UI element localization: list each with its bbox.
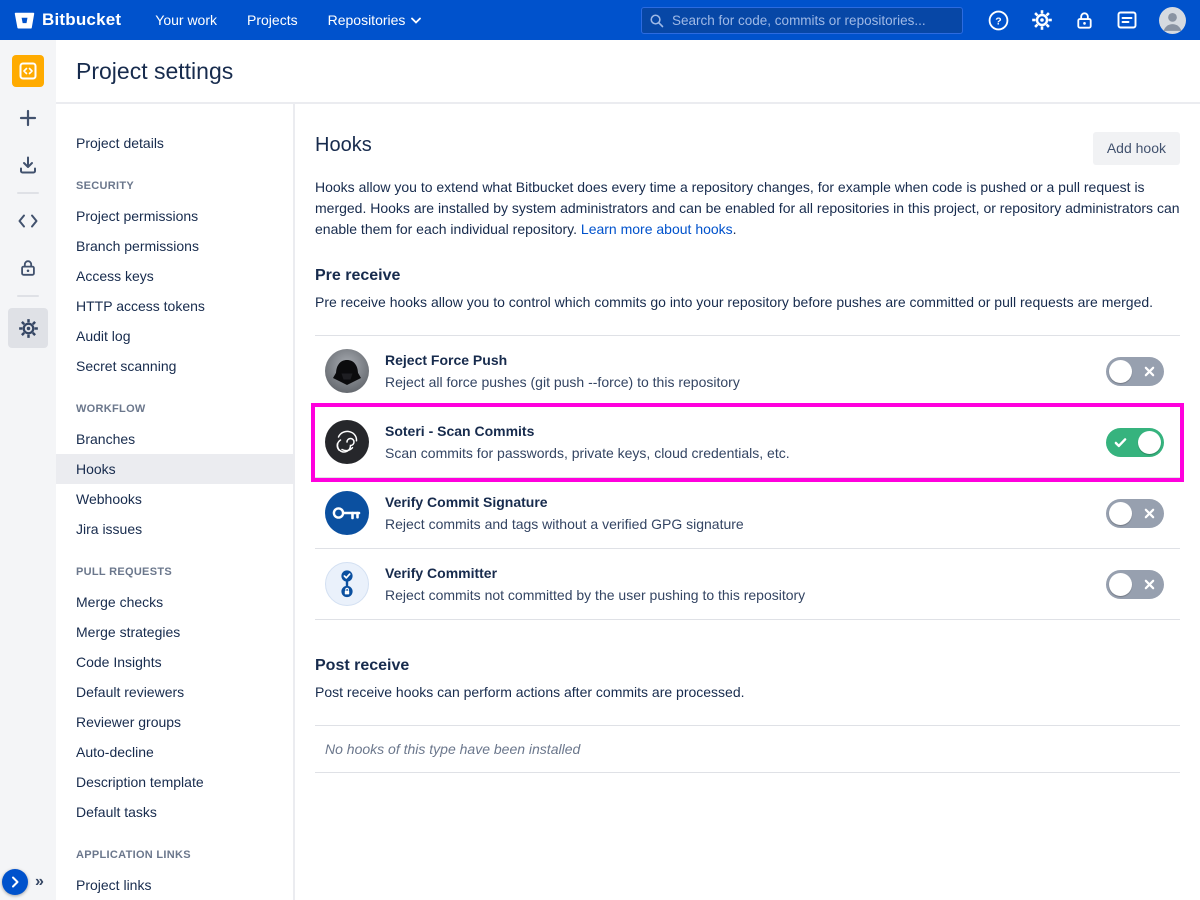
- search-input[interactable]: [641, 7, 963, 34]
- expand-chevrons-icon[interactable]: »: [35, 873, 44, 891]
- project-avatar[interactable]: [12, 55, 44, 87]
- hook-description: Reject commits and tags without a verifi…: [385, 515, 744, 533]
- nav-repositories[interactable]: Repositories: [328, 12, 422, 28]
- help-icon[interactable]: ?: [987, 9, 1010, 32]
- toggle-knob: [1109, 502, 1132, 525]
- sidebar-item-project-details[interactable]: Project details: [56, 128, 293, 158]
- global-search: [641, 7, 963, 34]
- sidebar-section-workflow: WORKFLOW: [56, 381, 293, 424]
- hooks-main-content: Hooks Add hook Hooks allow you to extend…: [295, 104, 1200, 900]
- expand-sidebar-button[interactable]: [2, 869, 28, 895]
- verify-committer-icon: [325, 562, 369, 606]
- bitbucket-bucket-icon: [14, 10, 35, 31]
- hook-description: Reject all force pushes (git push --forc…: [385, 373, 740, 391]
- add-hook-button[interactable]: Add hook: [1093, 132, 1180, 165]
- hook-toggle[interactable]: [1106, 570, 1164, 599]
- toggle-knob: [1109, 360, 1132, 383]
- sidebar-item-hooks[interactable]: Hooks: [56, 454, 293, 484]
- hooks-heading: Hooks: [315, 132, 372, 158]
- svg-text:?: ?: [995, 15, 1001, 27]
- hook-toggle[interactable]: [1106, 428, 1164, 457]
- admin-lock-icon[interactable]: [1074, 10, 1095, 31]
- hooks-intro: Hooks allow you to extend what Bitbucket…: [315, 177, 1180, 240]
- pre-receive-heading: Pre receive: [315, 266, 1180, 286]
- toggle-knob: [1109, 573, 1132, 596]
- app-rail: »: [0, 40, 56, 900]
- settings-sidebar: Project details SECURITY Project permiss…: [56, 104, 295, 900]
- bitbucket-logo[interactable]: Bitbucket: [14, 10, 121, 31]
- hook-row-soteri-scan-commits: Soteri - Scan Commits Scan commits for p…: [315, 407, 1180, 478]
- sidebar-item-auto-decline[interactable]: Auto-decline: [56, 737, 293, 767]
- sidebar-section-security: SECURITY: [56, 158, 293, 201]
- hook-name: Verify Committer: [385, 564, 805, 582]
- post-receive-empty-message: No hooks of this type have been installe…: [315, 725, 1180, 773]
- toggle-knob: [1138, 431, 1161, 454]
- page-title: Project settings: [76, 58, 233, 85]
- intro-period: .: [733, 221, 737, 237]
- hook-info: Reject Force Push Reject all force pushe…: [385, 351, 740, 391]
- hook-row-reject-force-push: Reject Force Push Reject all force pushe…: [315, 336, 1180, 407]
- nav-your-work[interactable]: Your work: [155, 12, 217, 28]
- hook-name: Verify Commit Signature: [385, 493, 744, 511]
- sidebar-item-description-template[interactable]: Description template: [56, 767, 293, 797]
- sidebar-item-merge-checks[interactable]: Merge checks: [56, 587, 293, 617]
- sidebar-item-merge-strategies[interactable]: Merge strategies: [56, 617, 293, 647]
- sidebar-item-branches[interactable]: Branches: [56, 424, 293, 454]
- post-receive-heading: Post receive: [315, 656, 1180, 676]
- sidebar-section-pull-requests: PULL REQUESTS: [56, 544, 293, 587]
- sidebar-item-branch-permissions[interactable]: Branch permissions: [56, 231, 293, 261]
- sidebar-item-audit-log[interactable]: Audit log: [56, 321, 293, 351]
- sidebar-item-secret-scanning[interactable]: Secret scanning: [56, 351, 293, 381]
- hook-toggle[interactable]: [1106, 357, 1164, 386]
- hook-row-verify-committer: Verify Committer Reject commits not comm…: [315, 549, 1180, 620]
- hook-info: Verify Commit Signature Reject commits a…: [385, 493, 744, 533]
- security-lock-icon[interactable]: [12, 252, 44, 284]
- hook-row-verify-commit-signature: Verify Commit Signature Reject commits a…: [315, 478, 1180, 549]
- rail-divider: [17, 192, 39, 194]
- hook-name: Soteri - Scan Commits: [385, 422, 790, 440]
- code-source-icon[interactable]: [12, 205, 44, 237]
- create-plus-icon[interactable]: [12, 102, 44, 134]
- verify-commit-signature-icon: [325, 491, 369, 535]
- hook-info: Verify Committer Reject commits not comm…: [385, 564, 805, 604]
- top-navigation-bar: Bitbucket Your work Projects Repositorie…: [0, 0, 1200, 40]
- page-header: Project settings: [56, 40, 1200, 104]
- rail-expand-controls: »: [2, 869, 44, 895]
- hook-info: Soteri - Scan Commits Scan commits for p…: [385, 422, 790, 462]
- primary-nav-links: Your work Projects Repositories: [155, 12, 421, 28]
- sidebar-item-reviewer-groups[interactable]: Reviewer groups: [56, 707, 293, 737]
- sidebar-item-access-keys[interactable]: Access keys: [56, 261, 293, 291]
- hooks-intro-text: Hooks allow you to extend what Bitbucket…: [315, 179, 1180, 237]
- sidebar-item-project-links[interactable]: Project links: [56, 870, 293, 900]
- pre-receive-description: Pre receive hooks allow you to control w…: [315, 292, 1180, 313]
- settings-gear-icon[interactable]: [1031, 9, 1053, 31]
- import-download-icon[interactable]: [12, 149, 44, 181]
- sidebar-item-jira-issues[interactable]: Jira issues: [56, 514, 293, 544]
- sidebar-item-http-access-tokens[interactable]: HTTP access tokens: [56, 291, 293, 321]
- hook-name: Reject Force Push: [385, 351, 740, 369]
- page: Project settings Project details SECURIT…: [56, 40, 1200, 900]
- rail-divider: [17, 295, 39, 297]
- post-receive-description: Post receive hooks can perform actions a…: [315, 682, 1180, 703]
- feedback-icon[interactable]: [1116, 9, 1138, 31]
- brand-name: Bitbucket: [42, 10, 121, 30]
- learn-more-about-hooks-link[interactable]: Learn more about hooks: [581, 221, 733, 237]
- hook-description: Reject commits not committed by the user…: [385, 586, 805, 604]
- topnav-icon-group: ?: [987, 7, 1186, 34]
- sidebar-item-default-reviewers[interactable]: Default reviewers: [56, 677, 293, 707]
- chevron-down-icon: [411, 17, 421, 24]
- sidebar-item-default-tasks[interactable]: Default tasks: [56, 797, 293, 827]
- sidebar-item-webhooks[interactable]: Webhooks: [56, 484, 293, 514]
- project-settings-gear-icon[interactable]: [8, 308, 48, 348]
- soteri-scan-commits-icon: [325, 420, 369, 464]
- sidebar-item-code-insights[interactable]: Code Insights: [56, 647, 293, 677]
- hook-toggle[interactable]: [1106, 499, 1164, 528]
- hook-description: Scan commits for passwords, private keys…: [385, 444, 790, 462]
- reject-force-push-icon: [325, 349, 369, 393]
- sidebar-section-application-links: APPLICATION LINKS: [56, 827, 293, 870]
- profile-avatar[interactable]: [1159, 7, 1186, 34]
- sidebar-item-project-permissions[interactable]: Project permissions: [56, 201, 293, 231]
- pre-receive-hook-list: Reject Force Push Reject all force pushe…: [315, 335, 1180, 620]
- nav-projects[interactable]: Projects: [247, 12, 298, 28]
